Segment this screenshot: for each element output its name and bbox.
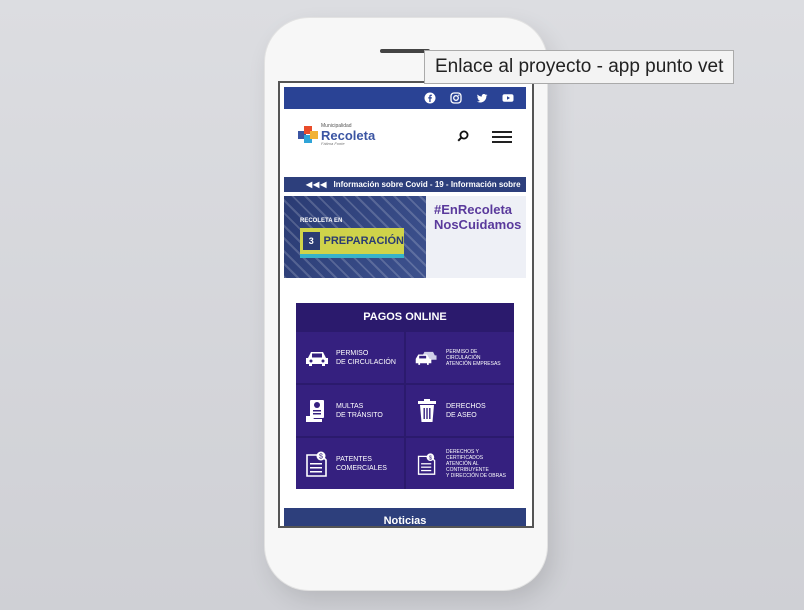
- instagram-icon[interactable]: [450, 92, 462, 104]
- tile-label: PERMISO DE CIRCULACIÓN: [336, 349, 396, 366]
- youtube-icon[interactable]: [502, 92, 514, 104]
- noticias-button[interactable]: Noticias: [284, 508, 526, 526]
- tile-label: MULTAS DE TRÁNSITO: [336, 402, 383, 419]
- banner-strip: [300, 254, 404, 258]
- social-bar: [284, 87, 526, 109]
- ticker-arrows-icon: ◀◀◀: [306, 180, 328, 189]
- tile-permiso-empresas[interactable]: PERMISO DE CIRCULACIÓN ATENCIÓN EMPRESAS: [406, 332, 514, 383]
- tile-derechos-aseo[interactable]: DERECHOS DE ASEO: [406, 385, 514, 436]
- car-icon: [304, 347, 330, 369]
- ticker-text: Información sobre Covid - 19 - Informaci…: [333, 180, 521, 189]
- pagos-online-title: PAGOS ONLINE: [363, 311, 447, 323]
- trash-icon: [414, 398, 440, 422]
- pagos-online-panel: PAGOS ONLINE PERMISO DE CIRCULACIÓN PERM…: [296, 303, 514, 489]
- search-icon[interactable]: [456, 129, 470, 143]
- hamburger-menu-icon[interactable]: [492, 128, 512, 144]
- phone-speaker: [380, 49, 430, 53]
- tile-label: PERMISO DE CIRCULACIÓN ATENCIÓN EMPRESAS: [446, 348, 501, 367]
- twitter-icon[interactable]: [476, 92, 488, 104]
- link-tooltip: Enlace al proyecto - app punto vet: [424, 50, 735, 84]
- phone-frame: Municipalidad Recoleta Fátima Fonte ◀◀◀ …: [265, 18, 547, 590]
- facebook-icon[interactable]: [424, 92, 436, 104]
- cars-icon: [414, 347, 440, 369]
- banner-step-number: 3: [303, 232, 320, 250]
- news-ticker[interactable]: ◀◀◀ Información sobre Covid - 19 - Infor…: [284, 177, 526, 192]
- phone-screen: Municipalidad Recoleta Fátima Fonte ◀◀◀ …: [278, 81, 534, 528]
- document-money-icon: $: [304, 451, 330, 477]
- hero-banner[interactable]: #EnRecoleta NosCuidamos RECOLETA EN 3 PR…: [284, 196, 526, 278]
- tile-multas-transito[interactable]: MULTAS DE TRÁNSITO: [296, 385, 404, 436]
- tile-permiso-circulacion[interactable]: PERMISO DE CIRCULACIÓN: [296, 332, 404, 383]
- banner-step-box: 3 PREPARACIÓN: [300, 228, 404, 254]
- tile-label: DERECHOS DE ASEO: [446, 402, 486, 419]
- recoleta-logo[interactable]: Municipalidad Recoleta Fátima Fonte: [298, 124, 375, 146]
- tile-label: PATENTES COMERCIALES: [336, 455, 387, 472]
- banner-step-word: PREPARACIÓN: [323, 235, 404, 247]
- banner-recoleta-en: RECOLETA EN: [300, 218, 343, 224]
- document-money-icon: $: [414, 452, 440, 475]
- tile-derechos-certificados[interactable]: $ DERECHOS Y CERTIFICADOS ATENCIÓN AL CO…: [406, 438, 514, 489]
- svg-text:$: $: [319, 453, 323, 460]
- ticket-icon: [304, 399, 330, 422]
- tile-label: DERECHOS Y CERTIFICADOS ATENCIÓN AL CONT…: [446, 448, 506, 479]
- logo-mark: [298, 126, 318, 144]
- tile-patentes-comerciales[interactable]: $ PATENTES COMERCIALES: [296, 438, 404, 489]
- banner-hashtag: #EnRecoleta NosCuidamos: [434, 202, 522, 232]
- site-header: Municipalidad Recoleta Fátima Fonte: [284, 117, 526, 157]
- logo-signature: Fátima Fonte: [321, 141, 345, 146]
